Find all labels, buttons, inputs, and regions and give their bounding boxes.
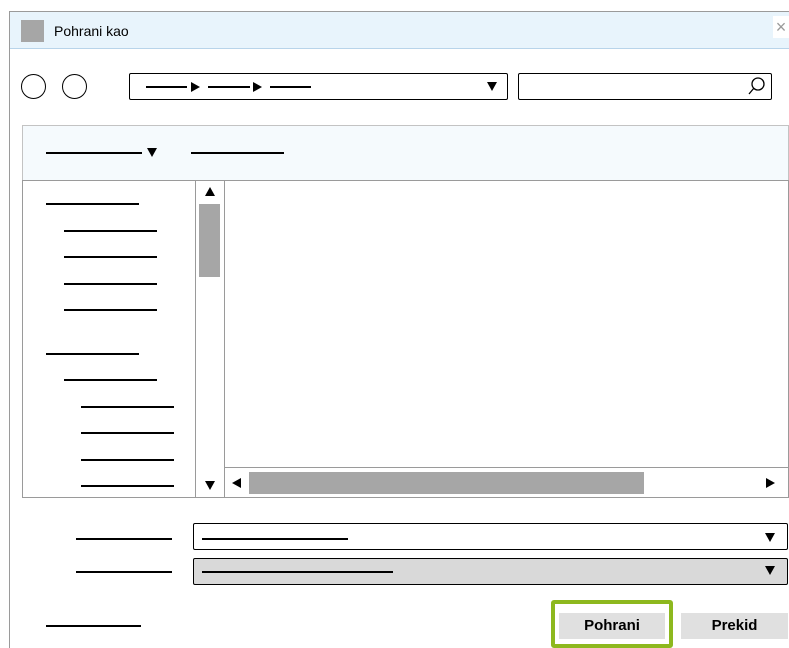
search-input[interactable] bbox=[518, 73, 772, 100]
scroll-down-icon[interactable] bbox=[205, 481, 215, 490]
file-type-label bbox=[76, 571, 172, 573]
tree-item[interactable] bbox=[64, 230, 157, 232]
tree-item[interactable] bbox=[64, 283, 157, 285]
scroll-up-icon[interactable] bbox=[205, 187, 215, 196]
organize-menu[interactable] bbox=[46, 152, 142, 154]
save-button[interactable]: Pohrani bbox=[559, 613, 665, 639]
chevron-down-icon[interactable] bbox=[487, 82, 497, 91]
scroll-right-icon[interactable] bbox=[766, 478, 775, 488]
tree-item[interactable] bbox=[81, 406, 174, 408]
breadcrumb-segment-2[interactable] bbox=[208, 86, 250, 88]
app-icon bbox=[21, 20, 44, 42]
tree-item[interactable] bbox=[64, 256, 157, 258]
scroll-left-icon[interactable] bbox=[232, 478, 241, 488]
file-name-label bbox=[76, 538, 172, 540]
horizontal-scrollbar-thumb[interactable] bbox=[249, 472, 644, 494]
breadcrumb-separator-icon bbox=[253, 82, 262, 92]
breadcrumb-segment-3[interactable] bbox=[270, 86, 311, 88]
dialog-title: Pohrani kao bbox=[54, 23, 129, 39]
cancel-button[interactable]: Prekid bbox=[681, 613, 788, 639]
tree-item[interactable] bbox=[81, 459, 174, 461]
file-name-field[interactable] bbox=[193, 523, 788, 550]
file-name-value bbox=[202, 538, 348, 540]
new-folder-button[interactable] bbox=[191, 152, 284, 154]
tree-item[interactable] bbox=[46, 353, 139, 355]
tree-item[interactable] bbox=[81, 485, 174, 487]
tree-item[interactable] bbox=[64, 309, 157, 311]
search-icon[interactable] bbox=[746, 75, 768, 97]
hide-folders-toggle[interactable] bbox=[46, 625, 141, 627]
chevron-down-icon[interactable] bbox=[765, 533, 775, 542]
divider bbox=[225, 467, 788, 468]
tree-item[interactable] bbox=[46, 203, 139, 205]
tree-item[interactable] bbox=[81, 432, 174, 434]
close-icon[interactable]: × bbox=[773, 16, 789, 38]
file-type-value bbox=[202, 571, 393, 573]
back-button[interactable] bbox=[21, 74, 46, 99]
divider bbox=[195, 181, 196, 497]
chevron-down-icon[interactable] bbox=[147, 148, 157, 157]
vertical-scrollbar-thumb[interactable] bbox=[199, 204, 220, 277]
forward-button[interactable] bbox=[62, 74, 87, 99]
file-list[interactable] bbox=[225, 181, 788, 467]
breadcrumb-separator-icon bbox=[191, 82, 200, 92]
breadcrumb-segment-1[interactable] bbox=[146, 86, 187, 88]
chevron-down-icon[interactable] bbox=[765, 566, 775, 575]
tree-item[interactable] bbox=[64, 379, 157, 381]
